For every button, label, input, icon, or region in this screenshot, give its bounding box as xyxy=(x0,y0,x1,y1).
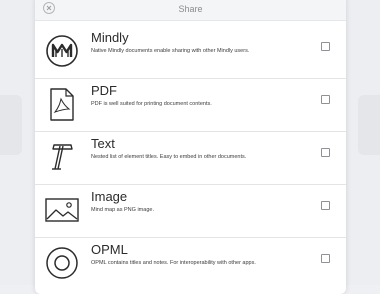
option-checkbox[interactable] xyxy=(321,95,330,104)
share-option-text[interactable]: Text Nested list of element titles. Easy… xyxy=(35,132,346,185)
option-description: Native Mindly documents enable sharing w… xyxy=(91,48,250,54)
option-checkbox[interactable] xyxy=(321,254,330,263)
option-description: Mind map as PNG image. xyxy=(91,207,154,213)
option-title: Image xyxy=(91,189,128,204)
option-title: OPML xyxy=(91,242,128,257)
share-option-mindly[interactable]: Mindly Native Mindly documents enable sh… xyxy=(35,26,346,79)
option-title: PDF xyxy=(91,83,117,98)
text-t-icon xyxy=(45,140,79,174)
option-description: Nested list of element titles. Easy to e… xyxy=(91,154,247,160)
pdf-file-icon xyxy=(45,87,79,121)
option-title: Text xyxy=(91,136,115,151)
dialog-header: Share xyxy=(35,0,346,21)
share-option-pdf[interactable]: PDF PDF is well suited for printing docu… xyxy=(35,79,346,132)
option-checkbox[interactable] xyxy=(321,42,330,51)
option-description: OPML contains titles and notes. For inte… xyxy=(91,260,256,266)
share-option-image[interactable]: Image Mind map as PNG image. xyxy=(35,185,346,238)
image-icon xyxy=(45,193,79,227)
option-checkbox[interactable] xyxy=(321,148,330,157)
option-description: PDF is well suited for printing document… xyxy=(91,101,212,107)
background-panel-right xyxy=(358,95,380,155)
share-dialog: Share Mindly Native Mindly documents ena… xyxy=(35,0,346,294)
option-title: Mindly xyxy=(91,30,129,45)
option-checkbox[interactable] xyxy=(321,201,330,210)
dialog-title: Share xyxy=(178,4,203,14)
mindly-logo-icon xyxy=(45,34,79,68)
opml-circle-icon xyxy=(45,246,79,280)
background-panel-left xyxy=(0,95,22,155)
share-option-opml[interactable]: OPML OPML contains titles and notes. For… xyxy=(35,238,346,291)
